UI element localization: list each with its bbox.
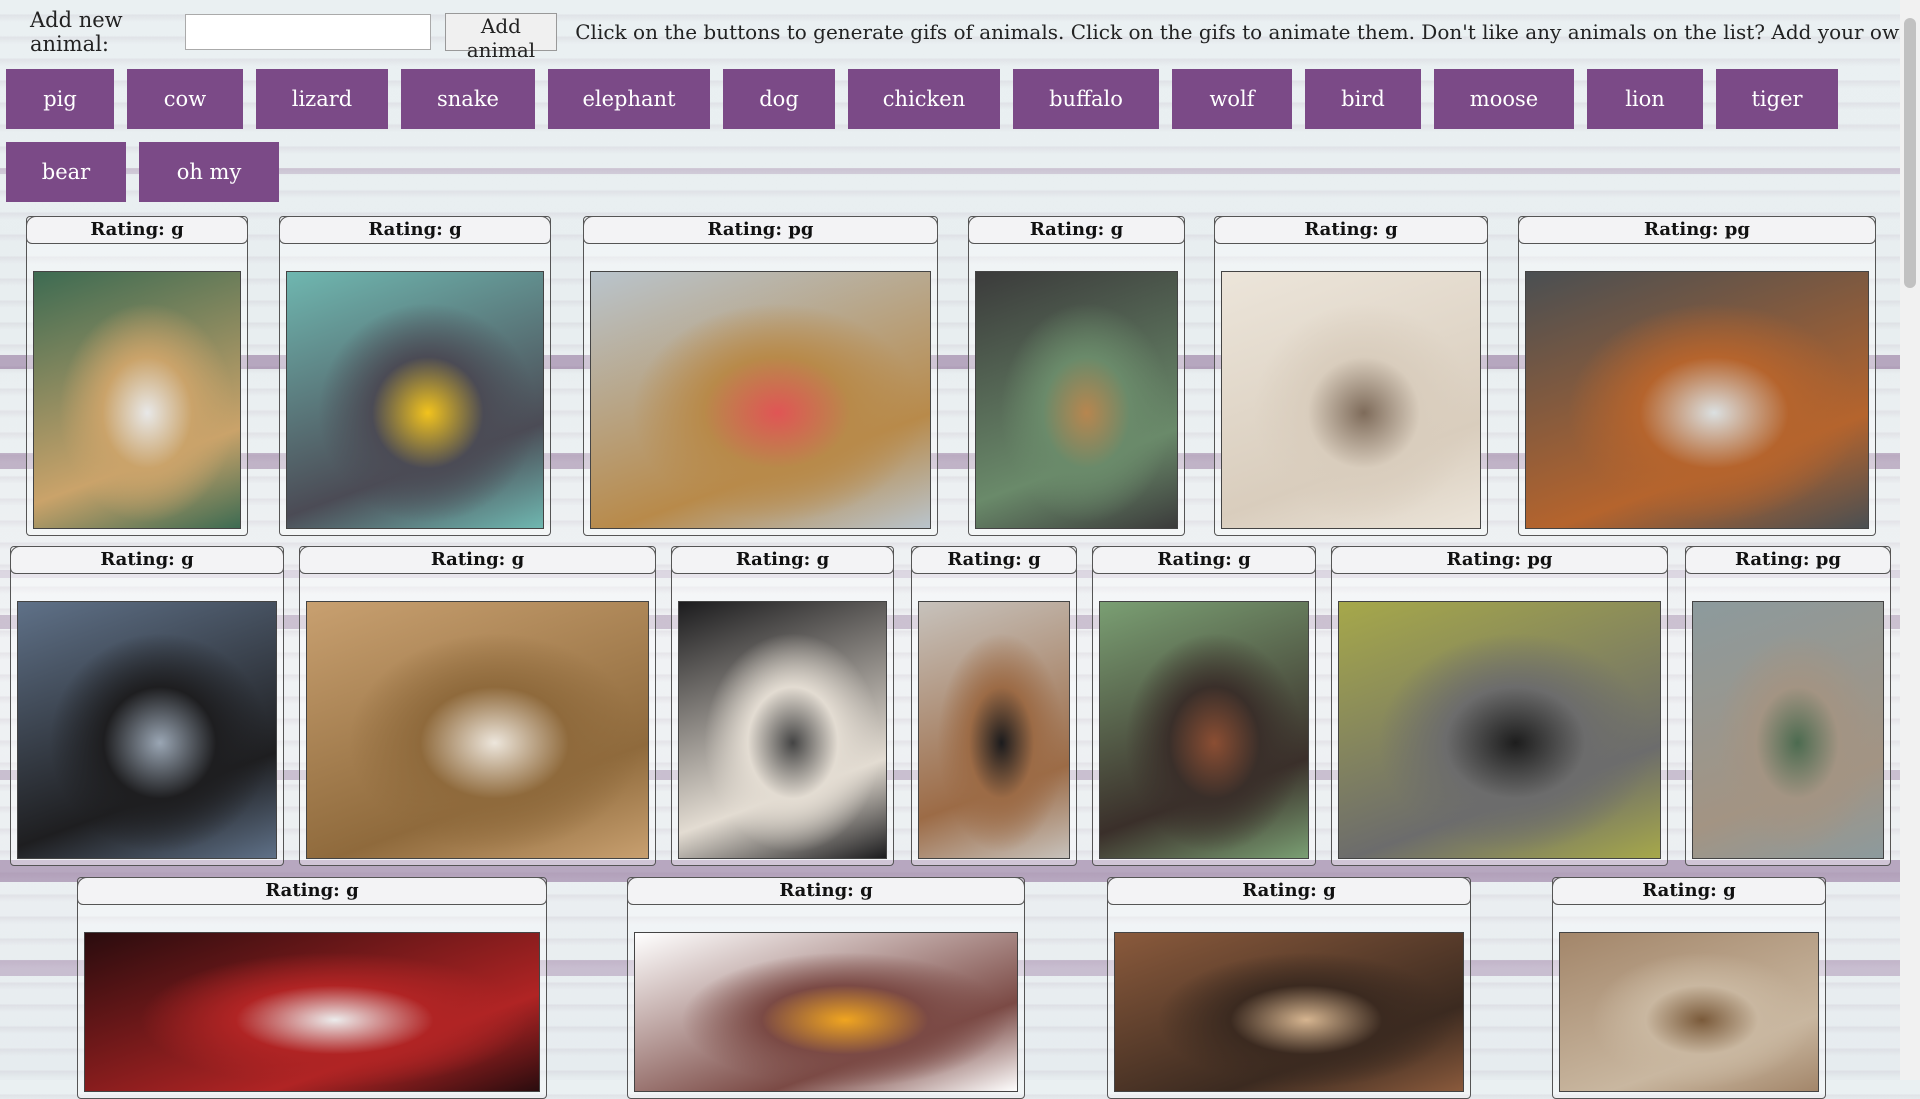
- animal-gif-cat-in-room[interactable]: [918, 601, 1070, 859]
- scrollbar-thumb[interactable]: [1904, 18, 1916, 288]
- instructions-text: Click on the buttons to generate gifs of…: [575, 20, 1920, 44]
- rating-label: Rating: pg: [583, 216, 938, 244]
- gif-card: Rating: pg: [583, 216, 938, 536]
- animal-gif-paws-steering-wheel[interactable]: [678, 601, 887, 859]
- gif-card: Rating: g: [10, 546, 284, 866]
- gif-card: Rating: g: [627, 877, 1025, 1099]
- animal-buttons-row-1: pig cow lizard snake elephant dog chicke…: [6, 69, 1838, 129]
- animal-button-oh-my[interactable]: oh my: [139, 142, 279, 202]
- rating-label: Rating: pg: [1331, 546, 1668, 574]
- animal-button-lizard[interactable]: lizard: [256, 69, 388, 129]
- animal-input[interactable]: [184, 14, 431, 50]
- animal-gif-man-eating[interactable]: [1114, 932, 1464, 1092]
- animal-button-pig[interactable]: pig: [6, 69, 114, 129]
- animal-gif-chick-on-ground[interactable]: [1559, 932, 1819, 1092]
- gif-card: Rating: g: [26, 216, 248, 536]
- animal-button-snake[interactable]: snake: [401, 69, 535, 129]
- animal-button-tiger[interactable]: tiger: [1716, 69, 1838, 129]
- animal-button-chicken[interactable]: chicken: [848, 69, 1000, 129]
- gif-card: Rating: pg: [1331, 546, 1668, 866]
- rating-label: Rating: g: [627, 877, 1025, 905]
- animal-gif-chicken-tuxedo-chair[interactable]: [306, 601, 649, 859]
- animal-button-moose[interactable]: moose: [1434, 69, 1574, 129]
- gif-card: Rating: g: [1552, 877, 1826, 1099]
- animal-button-lion[interactable]: lion: [1587, 69, 1703, 129]
- rating-label: Rating: g: [1092, 546, 1316, 574]
- vertical-scrollbar[interactable]: [1900, 0, 1920, 1080]
- animal-gif-dog-shower-cap-duck[interactable]: [286, 271, 544, 529]
- animal-gif-dog-cat-lightsaber[interactable]: [590, 271, 931, 529]
- animal-button-dog[interactable]: dog: [723, 69, 835, 129]
- rating-label: Rating: pg: [1685, 546, 1891, 574]
- gif-card: Rating: g: [1107, 877, 1471, 1099]
- animal-button-buffalo[interactable]: buffalo: [1013, 69, 1159, 129]
- gif-card: Rating: g: [968, 216, 1185, 536]
- gif-card: Rating: g: [77, 877, 547, 1099]
- gif-card: Rating: g: [911, 546, 1077, 866]
- rating-label: Rating: g: [1214, 216, 1488, 244]
- animal-gif-puppy-really[interactable]: [1525, 271, 1869, 529]
- animal-gif-cartoon-bird-pole[interactable]: [634, 932, 1018, 1092]
- animal-buttons-row-2: bear oh my: [6, 142, 279, 202]
- gif-card: Rating: g: [1092, 546, 1316, 866]
- animal-gif-dog-in-beanie[interactable]: [975, 271, 1178, 529]
- rating-label: Rating: g: [1107, 877, 1471, 905]
- rating-label: Rating: g: [1552, 877, 1826, 905]
- animal-button-wolf[interactable]: wolf: [1172, 69, 1292, 129]
- add-animal-form: Add new animal: Add animal Click on the …: [30, 8, 1920, 62]
- gif-card: Rating: g: [671, 546, 894, 866]
- rating-label: Rating: g: [911, 546, 1077, 574]
- animal-gif-hen-and-cat[interactable]: [1338, 601, 1661, 859]
- gif-card: Rating: g: [279, 216, 551, 536]
- animal-gif-white-puppy-blanket[interactable]: [1221, 271, 1481, 529]
- add-animal-button[interactable]: Add animal: [444, 13, 558, 62]
- animal-gif-hen-in-car[interactable]: [1099, 601, 1309, 859]
- rating-label: Rating: pg: [1518, 216, 1876, 244]
- animal-gif-white-chicken-dark[interactable]: [84, 932, 540, 1092]
- rating-label: Rating: g: [671, 546, 894, 574]
- rating-label: Rating: g: [26, 216, 248, 244]
- animal-gif-chicken-coop[interactable]: [1692, 601, 1884, 859]
- rating-label: Rating: g: [10, 546, 284, 574]
- gif-card: Rating: g: [299, 546, 656, 866]
- animal-button-bear[interactable]: bear: [6, 142, 126, 202]
- animal-button-bird[interactable]: bird: [1305, 69, 1421, 129]
- animal-gif-black-dog[interactable]: [17, 601, 277, 859]
- rating-label: Rating: g: [299, 546, 656, 574]
- rating-label: Rating: g: [968, 216, 1185, 244]
- rating-label: Rating: g: [279, 216, 551, 244]
- add-animal-label: Add new animal:: [30, 8, 123, 56]
- gif-card: Rating: pg: [1518, 216, 1876, 536]
- animal-button-elephant[interactable]: elephant: [548, 69, 710, 129]
- rating-label: Rating: g: [77, 877, 547, 905]
- animal-gif-dog-and-kitten[interactable]: [33, 271, 241, 529]
- animal-button-cow[interactable]: cow: [127, 69, 243, 129]
- gif-card: Rating: pg: [1685, 546, 1891, 866]
- gif-card: Rating: g: [1214, 216, 1488, 536]
